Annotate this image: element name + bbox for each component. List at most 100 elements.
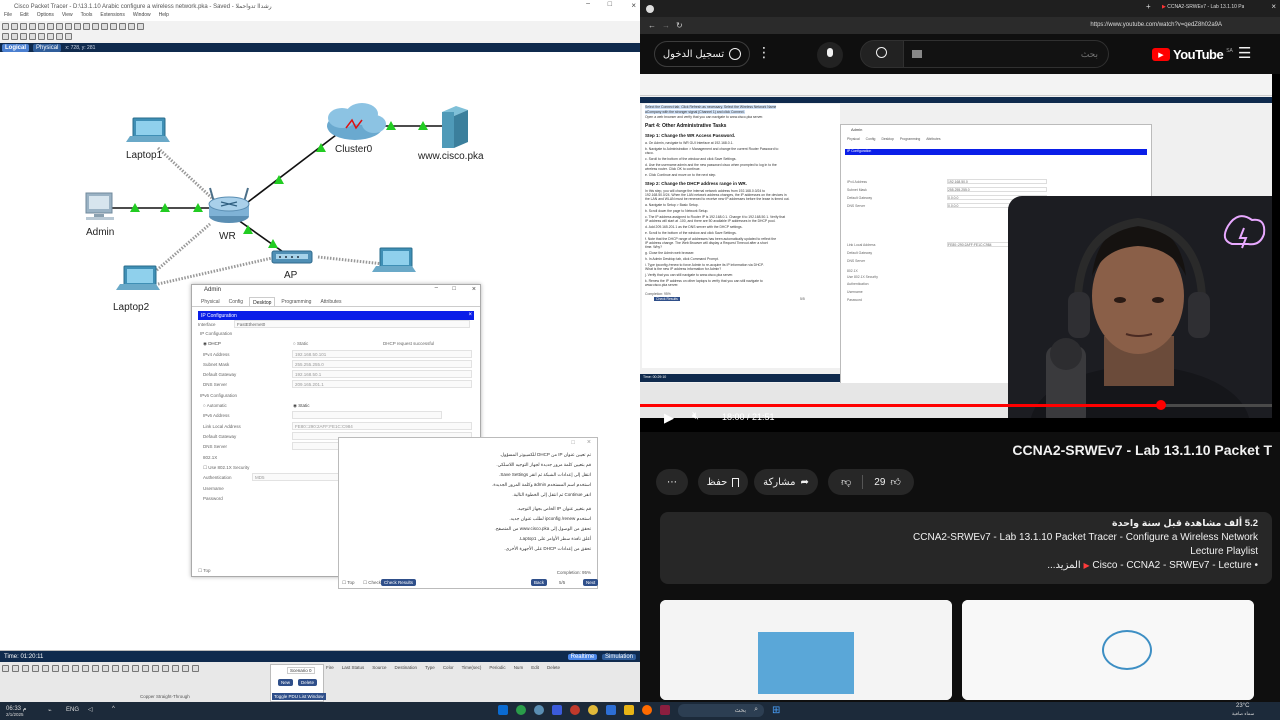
end-devices-icon[interactable] — [182, 665, 189, 672]
connection-iot-icon[interactable] — [162, 665, 169, 672]
connection-usb-icon[interactable] — [172, 665, 179, 672]
place-note-icon[interactable] — [38, 32, 45, 40]
top-checkbox[interactable]: ☐ Top — [198, 568, 210, 574]
panel-restore-icon[interactable]: □ — [571, 440, 575, 446]
youtube-logo[interactable]: ▶ YouTube SA — [1152, 47, 1233, 62]
minimize-icon[interactable]: – — [586, 0, 590, 7]
app-icon[interactable] — [570, 705, 580, 715]
undo-icon[interactable] — [74, 22, 81, 30]
components-icon[interactable] — [192, 665, 199, 672]
maximize-icon[interactable]: □ — [608, 1, 612, 8]
switches-category-icon[interactable] — [12, 665, 19, 672]
connections-icon[interactable] — [62, 665, 69, 672]
mute-icon[interactable]: 🔇︎ — [692, 410, 699, 423]
use-dot1x-checkbox[interactable]: ☐ Use 802.1X Security — [203, 465, 249, 471]
ipv6-field[interactable] — [292, 411, 442, 419]
voice-search-button[interactable] — [817, 42, 843, 68]
menu-options[interactable]: Options — [37, 12, 54, 21]
app-icon[interactable] — [660, 705, 670, 715]
top-checkbox[interactable]: ☐ Top — [342, 580, 354, 586]
delete-icon[interactable] — [20, 32, 27, 40]
recommendation-card[interactable] — [962, 600, 1254, 700]
dialog-close-icon[interactable]: × — [472, 286, 476, 293]
more-actions-button[interactable]: ⋯ — [656, 469, 688, 495]
wan-category-icon[interactable] — [52, 665, 59, 672]
select-icon[interactable] — [2, 32, 9, 40]
share-button[interactable]: مشاركة ➦ — [754, 469, 818, 495]
ipv4-field[interactable]: 192.168.50.101 — [292, 350, 472, 358]
chrome-alt-icon[interactable] — [588, 705, 598, 715]
menu-window[interactable]: Window — [133, 12, 151, 21]
dns-field[interactable]: 209.165.201.1 — [292, 380, 472, 388]
file-explorer-icon[interactable] — [624, 705, 634, 715]
play-icon[interactable]: ▶ — [664, 410, 674, 426]
connection-coax-icon[interactable] — [132, 665, 139, 672]
taskbar-search[interactable]: بحث ⌕ — [678, 704, 764, 717]
security-category-icon[interactable] — [42, 665, 49, 672]
more-link[interactable]: ...المزيد — [1047, 560, 1081, 571]
copy-icon[interactable] — [56, 22, 63, 30]
new-scenario-button[interactable]: New — [278, 679, 294, 686]
clock-time[interactable]: 06:33 م — [6, 705, 26, 712]
progress-scrubber[interactable] — [1155, 400, 1166, 410]
realtime-mode-button[interactable]: Realtime — [567, 653, 598, 660]
delete-scenario-button[interactable]: Delete — [298, 679, 318, 686]
close-icon[interactable]: × — [631, 1, 636, 10]
menu-edit[interactable]: Edit — [20, 12, 29, 21]
tab-config[interactable]: Config — [226, 297, 246, 306]
routers-category-icon[interactable] — [2, 665, 9, 672]
dialog-minimize-icon[interactable]: – — [435, 285, 438, 291]
menu-extensions[interactable]: Extensions — [100, 12, 124, 21]
menu-file[interactable]: File — [4, 12, 12, 21]
start-icon[interactable]: ⊞ — [772, 705, 780, 716]
next-button[interactable]: Next — [583, 579, 599, 586]
interface-select[interactable]: FastEthernet0 — [234, 320, 470, 328]
automatic-radio[interactable]: ○ Automatic — [203, 403, 227, 408]
edge-icon[interactable] — [498, 705, 508, 715]
browser-tab[interactable]: ▶ CCNA2-SRWEv7 - Lab 13.1.10 Pa — [1162, 4, 1244, 10]
connection-straight-icon[interactable] — [92, 665, 99, 672]
scenario-select[interactable]: Scenario 0 — [287, 667, 315, 674]
zoom-in-icon[interactable] — [92, 22, 99, 30]
tab-attributes[interactable]: Attributes — [317, 297, 344, 306]
gateway-field[interactable]: 192.168.50.1 — [292, 370, 472, 378]
wireless-category-icon[interactable] — [32, 665, 39, 672]
toggle-pdu-button[interactable]: Toggle PDU List Window — [272, 693, 326, 700]
recommendation-card[interactable] — [660, 600, 952, 700]
volume-icon[interactable]: ◁ — [88, 706, 93, 713]
more-menu-icon[interactable]: ⋮ — [757, 44, 771, 61]
menu-tools[interactable]: Tools — [81, 12, 93, 21]
hamburger-menu-icon[interactable]: ☰ — [1238, 44, 1251, 62]
connection-cross-icon[interactable] — [102, 665, 109, 672]
search-button[interactable] — [860, 40, 904, 68]
help-icon[interactable] — [137, 22, 144, 30]
static-radio[interactable]: ○ Static — [293, 341, 308, 346]
link-local-field[interactable]: FE80::290:2AFF:FE1C:C984 — [292, 422, 472, 430]
redo-icon[interactable] — [83, 22, 90, 30]
keyboard-icon[interactable] — [912, 50, 922, 58]
paste-icon[interactable] — [65, 22, 72, 30]
tab-programming[interactable]: Programming — [278, 297, 314, 306]
palette-icon[interactable] — [119, 22, 126, 30]
connection-octal-icon[interactable] — [152, 665, 159, 672]
network-icon[interactable]: ⌁ — [48, 707, 52, 714]
app-icon[interactable] — [606, 705, 616, 715]
simulation-mode-button[interactable]: Simulation — [601, 653, 636, 660]
forward-icon[interactable]: → — [662, 21, 670, 30]
channel-link[interactable]: Cisco - CCNA2 - SRWEv7 - Lecture • — [1092, 560, 1258, 571]
network-info-icon[interactable] — [47, 22, 54, 30]
wizard-icon[interactable] — [38, 22, 45, 30]
inspect-icon[interactable] — [11, 32, 18, 40]
weather-temp[interactable]: 23°C — [1236, 703, 1249, 709]
panel-close-icon[interactable]: × — [468, 312, 472, 318]
app-icon[interactable] — [552, 705, 562, 715]
firefox-icon[interactable] — [642, 705, 652, 715]
tab-physical[interactable]: Physical — [198, 297, 223, 306]
dhcp-radio[interactable]: ◉ DHCP — [203, 341, 221, 347]
new-file-icon[interactable] — [2, 22, 9, 30]
connection-serial-icon[interactable] — [142, 665, 149, 672]
check-checkbox[interactable]: ☐ Check — [363, 580, 381, 586]
dislike-icon[interactable]: 👎︎ — [841, 476, 851, 488]
tab-physical[interactable]: Physical — [33, 43, 62, 52]
tab-logical[interactable]: Logical — [2, 43, 30, 52]
